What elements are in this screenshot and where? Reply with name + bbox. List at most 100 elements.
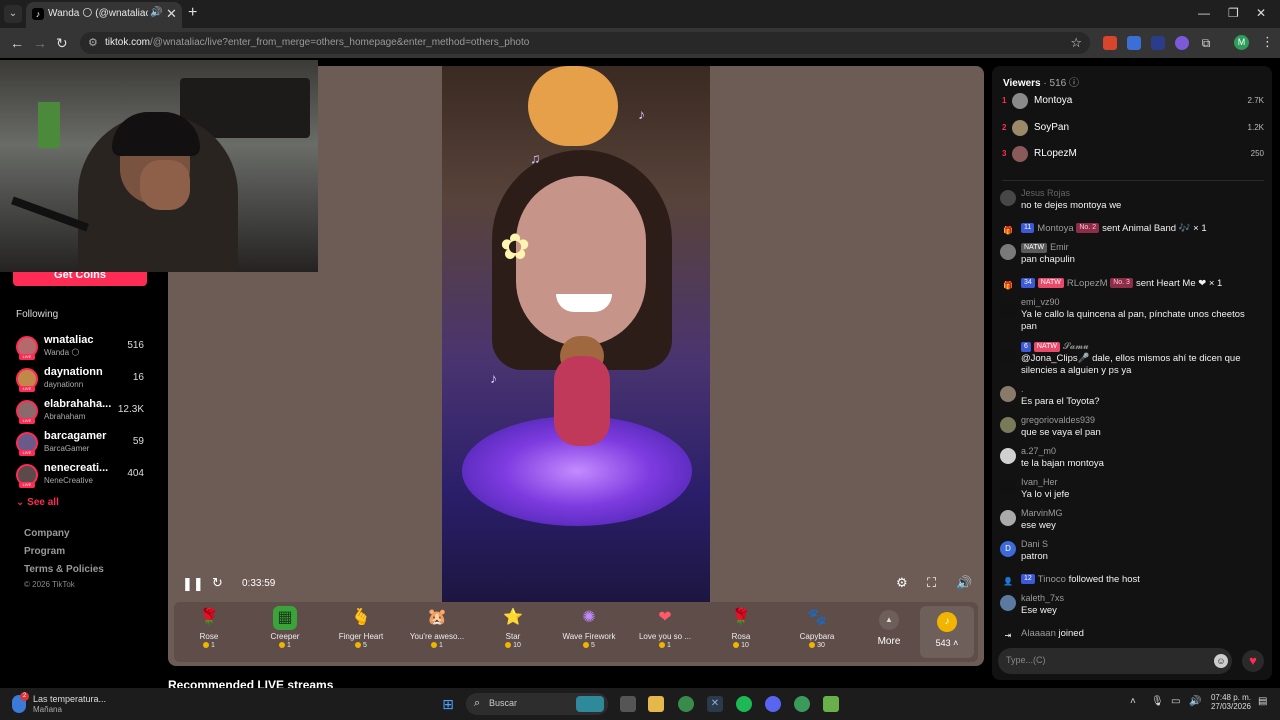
top-viewer-row[interactable]: 3 RLopezM 250	[1002, 145, 1264, 165]
chevron-up-icon[interactable]: ˄	[1130, 696, 1136, 707]
viewer-name: SoyPan	[1034, 122, 1070, 133]
extension-icon-3[interactable]	[1151, 36, 1165, 50]
following-item-wnataliac[interactable]: LIVE wnataliac Wanda 🌕 516	[16, 334, 156, 362]
viewer-score: 1.2K	[1247, 123, 1264, 132]
settings-gear-icon[interactable]: ⚙	[896, 575, 908, 591]
chat-message[interactable]: NATW Emir pan chapulin	[1000, 242, 1266, 268]
minimize-icon[interactable]: —	[1198, 6, 1210, 20]
reload-icon[interactable]: ↻	[56, 35, 68, 52]
following-item-nenecreative[interactable]: LIVE nenecreati... NeneCreative 404	[16, 462, 156, 490]
top-viewer-row[interactable]: 2 SoyPan 1.2K	[1002, 119, 1264, 139]
top-viewer-row[interactable]: 1 Montoya 2.7K	[1002, 92, 1264, 112]
following-item-daynationn[interactable]: LIVE daynationn daynationn 16	[16, 366, 156, 394]
spotify-icon[interactable]	[736, 696, 752, 712]
gift-capybara[interactable]: 🐾 Capybara 30	[782, 606, 852, 658]
back-icon[interactable]: ←	[10, 35, 24, 51]
gift-love-you[interactable]: ❤ Love you so ... 1	[630, 606, 700, 658]
footer-link-company[interactable]: Company	[24, 528, 70, 539]
active-tab[interactable]: ♪ Wanda 🌕 (@wnataliac) is LIVE 🔊 ✕	[26, 2, 182, 28]
taskbar-search[interactable]: ⌕ Buscar	[466, 693, 608, 715]
viewers-header[interactable]: Viewers · 516 ⓘ	[1003, 74, 1079, 89]
file-explorer-icon[interactable]	[648, 696, 664, 712]
chat-message[interactable]: . Es para el Toyota?	[1000, 384, 1266, 410]
gift-message[interactable]: 🎁 11 Montoya No. 2 sent Animal Band 🎶 × 1	[1000, 221, 1266, 237]
minecraft-icon[interactable]	[823, 696, 839, 712]
chat-input[interactable]: Type...(C)	[998, 648, 1232, 674]
gift-wave-firework[interactable]: ✺ Wave Firework 5	[554, 606, 624, 658]
following-item-elabrahaha[interactable]: LIVE elabrahaha... Abrahaham 12.3K	[16, 398, 156, 426]
taskbar-clock[interactable]: 07:48 p. m. 27/03/2026	[1209, 693, 1251, 711]
footer-link-terms[interactable]: Terms & Policies	[24, 564, 104, 575]
follow-message[interactable]: 👤 12 Tinoco followed the host	[1000, 572, 1266, 588]
fullscreen-icon[interactable]: ⛶	[927, 575, 936, 591]
gift-creeper[interactable]: ▦ Creeper 1	[250, 606, 320, 658]
volume-icon[interactable]: 🔊	[956, 575, 972, 591]
restore-icon[interactable]: ❐	[1228, 6, 1239, 20]
chat-username: .	[1021, 384, 1024, 394]
browser-menu-icon[interactable]: ⋮	[1261, 34, 1274, 50]
chat-message[interactable]: a.27_m0 te la bajan montoya	[1000, 446, 1266, 472]
chrome-icon[interactable]	[678, 696, 694, 712]
live-video[interactable]: ✿ ♪ ♫ ♪	[442, 66, 710, 602]
chat-message[interactable]: D Dani S patron	[1000, 539, 1266, 565]
extension-icon-4[interactable]	[1175, 36, 1189, 50]
terminal-icon[interactable]: ✕	[707, 696, 723, 712]
avatar: D	[1000, 541, 1016, 557]
network-icon[interactable]: ▭	[1171, 696, 1180, 707]
close-tab-icon[interactable]: ✕	[166, 6, 177, 22]
following-nickname: NeneCreative	[44, 476, 93, 485]
gift-rosa[interactable]: 🌹 Rosa 10	[706, 606, 776, 658]
new-tab-button[interactable]: +	[188, 4, 197, 22]
extensions-puzzle-icon[interactable]: ⧉	[1199, 36, 1213, 50]
volume-icon[interactable]: 🔊	[1189, 696, 1201, 707]
chat-message[interactable]: Jesus Rojas no te dejes montoya we	[1000, 188, 1266, 214]
browser-toolbar: ← → ↻ ⚙ tiktok.com/@wnataliac/live?enter…	[0, 28, 1280, 58]
join-message[interactable]: ⇥ Alaaaan joined	[1000, 626, 1266, 642]
chat-message[interactable]: Ivan_Her Ya lo vi jefe	[1000, 477, 1266, 503]
coin-icon	[431, 642, 438, 649]
more-gifts-button[interactable]: ▲ More	[874, 606, 904, 658]
windows-start-icon[interactable]: ⊞	[440, 696, 456, 712]
chat-username: NATW Emir	[1021, 242, 1069, 253]
app-icon-green[interactable]	[794, 696, 810, 712]
tab-search-button[interactable]: ⌄	[4, 5, 22, 23]
gift-name: Finger Heart	[338, 632, 384, 641]
emoji-icon[interactable]: ☺	[1214, 654, 1228, 668]
extension-icon-1[interactable]	[1103, 36, 1117, 50]
microphone-icon[interactable]: 🎙	[1151, 696, 1164, 707]
gift-rose[interactable]: 🌹 Rose 1	[174, 606, 244, 658]
close-window-icon[interactable]: ✕	[1256, 6, 1266, 20]
webcam-overlay	[0, 60, 318, 272]
address-bar[interactable]: ⚙ tiktok.com/@wnataliac/live?enter_from_…	[80, 32, 1090, 54]
speaker-icon[interactable]: 🔊	[150, 7, 162, 18]
music-note-icon: ♪	[490, 370, 497, 386]
chat-panel: Viewers · 516 ⓘ 1 Montoya 2.7K 2 SoyPan …	[992, 66, 1272, 680]
chat-message[interactable]: gregoriovaldes939 que se vaya el pan	[1000, 415, 1266, 441]
forward-icon[interactable]: →	[33, 35, 47, 51]
coin-balance-button[interactable]: ♪ 543 ˄	[920, 606, 974, 658]
like-heart-icon[interactable]: ♥	[1242, 650, 1264, 672]
chat-message[interactable]: 6 NATW 𝓢𝓪𝓶𝓾 @Jona_Clips🎤 dale, ellos mismo…	[1000, 341, 1266, 377]
footer-link-program[interactable]: Program	[24, 546, 65, 557]
chat-message[interactable]: kaleth_7xs Ese wey	[1000, 593, 1266, 619]
profile-avatar[interactable]: M	[1234, 35, 1249, 50]
gift-star[interactable]: ⭐ Star 10	[478, 606, 548, 658]
heart-icon: ❤	[658, 609, 672, 626]
following-item-barcagamer[interactable]: LIVE barcagamer BarcaGamer 59	[16, 430, 156, 458]
hamster-effect	[528, 66, 618, 146]
site-info-icon[interactable]: ⚙	[88, 36, 98, 49]
pause-icon[interactable]: ❚❚	[182, 576, 204, 592]
chat-message[interactable]: MarvinMG ese wey	[1000, 508, 1266, 534]
bookmark-star-icon[interactable]: ☆	[1070, 35, 1082, 51]
refresh-icon[interactable]: ↻	[212, 575, 223, 591]
task-view-icon[interactable]	[620, 696, 636, 712]
weather-title[interactable]: Las temperatura...	[33, 694, 106, 704]
gift-youre-awesome[interactable]: 🐹 You're aweso... 1	[402, 606, 472, 658]
gift-message[interactable]: 🎁 34 NATW RLopezM No. 3 sent Heart Me ❤ × 1	[1000, 276, 1266, 292]
discord-icon[interactable]	[765, 696, 781, 712]
gift-finger-heart[interactable]: 🫰 Finger Heart 5	[326, 606, 396, 658]
translate-extension-icon[interactable]	[1127, 36, 1141, 50]
notification-icon[interactable]: ▤	[1258, 696, 1267, 707]
chat-message[interactable]: emi_vz90 Ya le callo la quincena al pan,…	[1000, 297, 1266, 333]
see-all-link[interactable]: ⌄ See all	[16, 497, 59, 508]
